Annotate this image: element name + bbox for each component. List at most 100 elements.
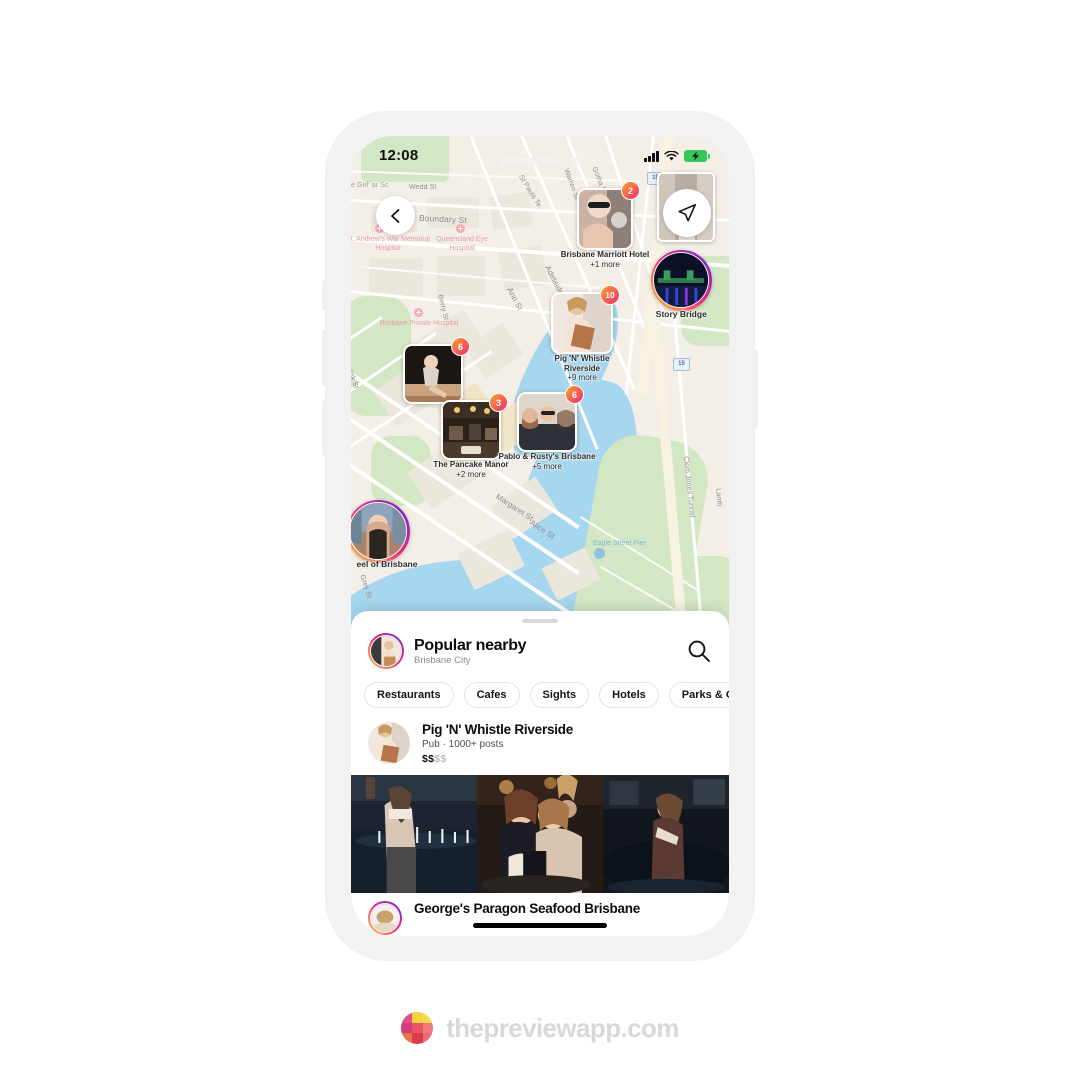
map-marker-pablo-and-rustys-brisbane[interactable]: 6 Pablo & Rusty's Brisbane +5 more (498, 385, 596, 471)
map-marker-the-pancake-manor[interactable]: 3 The Pancake Manor +2 more (433, 393, 509, 479)
chevron-left-icon (390, 208, 399, 223)
marker-more: +5 more (532, 461, 562, 471)
listing-avatar (368, 722, 410, 764)
marker-title: Story Bridge (655, 309, 707, 319)
chip-hotels[interactable]: Hotels (599, 682, 659, 708)
marker-more: +1 more (590, 259, 620, 269)
strip-photo[interactable] (351, 775, 477, 893)
map-marker-brisbane-marriott-hotel[interactable]: 2 Brisbane Marriott Hotel +1 more (561, 181, 649, 269)
marker-title: Brisbane Marriott Hotel (560, 250, 650, 259)
phone-screen: Wedd St Boundary St St Pauls Te. Warren … (351, 136, 729, 936)
home-indicator[interactable] (473, 923, 607, 928)
place-label: Brisbane Private Hospital (379, 320, 459, 327)
marker-label: eel of Brisbane (356, 559, 418, 570)
marker-count-badge: 6 (565, 385, 584, 404)
front-camera (572, 157, 580, 165)
avatar-thumbnail (371, 636, 401, 666)
wifi-icon (664, 150, 679, 160)
highway-shield-icon: 15 (673, 358, 690, 371)
chip-sights[interactable]: Sights (529, 682, 590, 708)
listing-row-pig-n-whistle[interactable]: Pig 'N' Whistle Riverside Pub · 1000+ po… (351, 708, 729, 766)
preview-grid-logo-icon (401, 1012, 434, 1044)
back-button[interactable] (376, 196, 415, 235)
chip-restaurants[interactable]: Restaurants (364, 682, 454, 708)
volume-up-button[interactable] (322, 330, 327, 386)
marker-label: The Pancake Manor +2 more (433, 460, 508, 479)
sheet-title-block: Popular nearby Brisbane City (414, 636, 686, 667)
map-block (369, 258, 423, 296)
marker-label: Pig 'N' Whistle Riverside +9 more (547, 354, 617, 383)
watermark-text: thepreviewapp.com (446, 1012, 679, 1043)
marker-thumbnail (519, 394, 575, 450)
strip-photo[interactable] (603, 775, 729, 893)
map-marker-unlabeled[interactable]: 6 (403, 337, 470, 404)
strip-photo[interactable] (477, 775, 603, 893)
watermark: thepreviewapp.com (0, 1005, 1080, 1051)
price-filled: $$ (422, 753, 435, 765)
marker-label: Brisbane Marriott Hotel +1 more (561, 250, 649, 269)
listing-thumbnail (368, 722, 410, 764)
sheet-header: Popular nearby Brisbane City (351, 623, 729, 669)
sheet-avatar[interactable] (368, 633, 404, 669)
volume-down-button[interactable] (322, 400, 327, 456)
price-empty: $$ (434, 753, 447, 765)
listing-photo-strip[interactable] (351, 775, 729, 893)
map-marker-wheel-of-brisbane[interactable]: eel of Brisbane (351, 500, 417, 569)
marker-title: Pig 'N' Whistle Riverside (554, 354, 610, 373)
listing-avatar (368, 901, 402, 935)
place-label: Eagle Street Pier (593, 540, 646, 547)
sheet-subtitle: Brisbane City (414, 654, 471, 666)
strip-thumbnail (351, 775, 477, 893)
chip-parks-and-gardens[interactable]: Parks & G (668, 682, 729, 708)
map-marker-pig-n-whistle-riverside[interactable]: 10 Pig 'N' Whistle Riverside +9 more (551, 285, 620, 382)
map-marker-story-bridge[interactable]: Story Bridge (651, 250, 712, 319)
place-label: St. Andrew's War Memorial Hospital (351, 236, 430, 252)
navigation-arrow-icon (678, 203, 697, 222)
street-label: Wedd St (409, 184, 437, 191)
listing-row-georges-paragon[interactable]: George's Paragon Seafood Brisbane (351, 893, 729, 935)
listing-text-block: Pig 'N' Whistle Riverside Pub · 1000+ po… (422, 722, 573, 766)
hospital-poi-icon (456, 224, 465, 233)
listing-meta: Pub · 1000+ posts (422, 739, 504, 750)
marker-thumbnail (443, 402, 499, 458)
category-chip-row[interactable]: Restaurants Cafes Sights Hotels Parks & … (351, 669, 729, 708)
listing-thumbnail (371, 904, 399, 932)
marker-thumbnail (351, 503, 407, 560)
marker-thumbnail (654, 253, 709, 308)
cellular-bars-icon (644, 150, 659, 162)
place-label: Queensland Eye Hospital (436, 236, 488, 252)
marker-more: +9 more (567, 373, 597, 383)
screenshot-canvas: Wedd St Boundary St St Pauls Te. Warren … (0, 0, 1080, 1080)
listing-price-level: $$$$ (422, 752, 573, 766)
status-clock: 12:08 (379, 147, 419, 164)
marker-label: Story Bridge (655, 309, 707, 320)
phone-notch (482, 146, 598, 176)
status-indicators (644, 150, 710, 162)
bottom-sheet[interactable]: Popular nearby Brisbane City Restaurants… (351, 611, 729, 936)
marker-count-badge: 6 (451, 337, 470, 356)
sheet-title: Popular nearby (414, 636, 527, 654)
phone-device-frame: Wedd St Boundary St St Pauls Te. Warren … (322, 112, 758, 960)
strip-thumbnail (603, 775, 729, 893)
place-label: ne Girl' ar Sc (351, 182, 389, 189)
power-button[interactable] (753, 350, 758, 428)
chip-cafes[interactable]: Cafes (463, 682, 520, 708)
listing-name: George's Paragon Seafood Brisbane (414, 901, 641, 916)
marker-thumbnail (579, 190, 631, 248)
marker-title: eel of Brisbane (356, 559, 418, 569)
marker-title: The Pancake Manor (433, 460, 509, 469)
marker-count-badge: 2 (621, 181, 640, 200)
marker-thumbnail (405, 346, 461, 402)
earpiece-speaker (500, 157, 558, 165)
listing-name: Pig 'N' Whistle Riverside (422, 722, 573, 737)
marker-more: +2 more (456, 469, 486, 479)
marker-count-badge: 3 (489, 393, 508, 412)
marker-thumbnail (553, 294, 611, 352)
battery-charging-icon (684, 150, 710, 162)
pier-poi-icon (594, 548, 605, 559)
search-icon[interactable] (686, 638, 712, 664)
locate-me-button[interactable] (663, 189, 711, 237)
marker-label: Pablo & Rusty's Brisbane +5 more (498, 452, 595, 471)
mute-switch[interactable] (322, 280, 327, 310)
marker-count-badge: 10 (600, 285, 620, 305)
